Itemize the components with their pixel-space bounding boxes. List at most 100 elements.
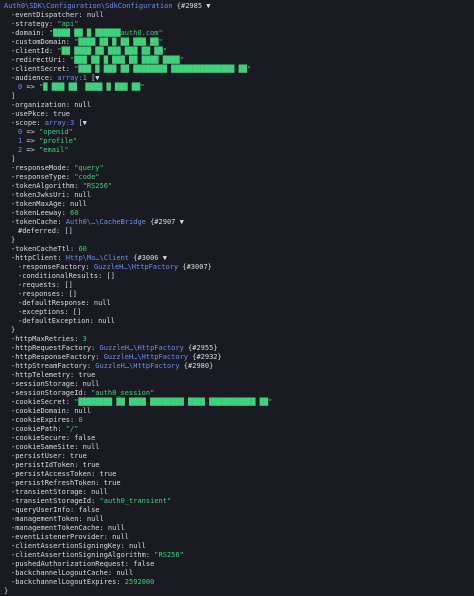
- text-token: -tokenLeeway:: [11, 209, 71, 217]
- dump-line: #deferred: []: [4, 227, 470, 236]
- string-value: "query": [74, 164, 104, 172]
- dump-line: -clientAssertionSigningKey: null: [4, 542, 470, 551]
- dump-line: -cookiePath: "/": [4, 425, 470, 434]
- dump-line: -organization: null: [4, 101, 470, 110]
- var-dump-output: Auth0\SDK\Configuration\SdkConfiguration…: [0, 0, 474, 596]
- dump-line: -eventDispatcher: null: [4, 11, 470, 20]
- dump-line: -responses: []: [4, 290, 470, 299]
- dump-line: -eventListenerProvider: null: [4, 533, 470, 542]
- type-token: GuzzleH…\HttpFactory: [95, 362, 180, 370]
- text-token: -managementToken: null: [11, 515, 104, 523]
- dump-line: -tokenLeeway: 60: [4, 209, 470, 218]
- text-token[interactable]: [▼: [87, 74, 99, 82]
- dump-line: -responseFactory: GuzzleH…\HttpFactory {…: [4, 263, 470, 272]
- text-token[interactable]: [▼: [74, 119, 86, 127]
- text-token: -httpTelemetry: true: [11, 371, 96, 379]
- string-value: "███ ██ █ ███ ██ ████ ████": [70, 56, 184, 64]
- text-token: -httpStreamFactory:: [11, 362, 96, 370]
- dump-line: -clientId: "██ ████ ██ ███ ███ ██ ██": [4, 47, 470, 56]
- dump-line: -persistIdToken: true: [4, 461, 470, 470]
- text-token: -tokenJwksUri: null: [11, 191, 92, 199]
- text-token: -clientAssertionSigningKey: null: [11, 542, 146, 550]
- text-token: {#2932}: [188, 353, 222, 361]
- text-token: -scope:: [11, 119, 45, 127]
- text-token: -domain:: [11, 29, 49, 37]
- text-token[interactable]: {#2907 ▼: [146, 218, 184, 226]
- dump-line: -requests: []: [4, 281, 470, 290]
- text-token[interactable]: {#3006 ▼: [129, 254, 167, 262]
- text-token: -httpResponseFactory:: [11, 353, 104, 361]
- text-token: -audience:: [11, 74, 58, 82]
- string-value: "███ █ ███ ██ ████████ ███████████████ █…: [74, 65, 252, 73]
- text-token: =>: [22, 128, 40, 136]
- dump-line: -httpClient: Http\Mo…\Client {#3006 ▼: [4, 254, 470, 263]
- dump-line: -httpTelemetry: true: [4, 371, 470, 380]
- text-token: -usePkce: true: [11, 110, 71, 118]
- dump-line: -persistAccessToken: true: [4, 470, 470, 479]
- dump-line: -clientSecret: "███ █ ███ ██ ████████ ██…: [4, 65, 470, 74]
- dump-line: -persistUser: true: [4, 452, 470, 461]
- dump-line: ]: [4, 155, 470, 164]
- string-value: "openid": [39, 128, 73, 136]
- dump-line: -responseType: "code": [4, 173, 470, 182]
- dump-line: -managementToken: null: [4, 515, 470, 524]
- dump-line: -scope: array:3 [▼: [4, 119, 470, 128]
- text-token: -responseFactory:: [18, 263, 94, 271]
- text-token: {#3007}: [178, 263, 212, 271]
- dump-line: -pushedAuthorizationRequest: false: [4, 560, 470, 569]
- text-token: -transientStorageId:: [11, 497, 100, 505]
- type-token: GuzzleH…\HttpFactory: [93, 263, 179, 271]
- text-token: -redirectUri:: [11, 56, 71, 64]
- type-token: Http\Mo…\Client: [65, 254, 130, 262]
- dump-line: -cookieExpires: 0: [4, 416, 470, 425]
- dump-line: -strategy: "api": [4, 20, 470, 29]
- text-token: =>: [22, 83, 40, 91]
- dump-line: -usePkce: true: [4, 110, 470, 119]
- number-value: 0: [78, 416, 83, 424]
- text-token: -queryUserInfo: false: [11, 506, 100, 514]
- dump-line: Auth0\SDK\Configuration\SdkConfiguration…: [4, 2, 470, 11]
- text-token: #deferred: []: [18, 227, 73, 235]
- text-token: -tokenCache:: [11, 218, 66, 226]
- text-token: -clientId:: [11, 47, 58, 55]
- text-token: -eventListenerProvider: null: [11, 533, 130, 541]
- dump-line: 2 => "email": [4, 146, 470, 155]
- dump-line: -httpStreamFactory: GuzzleH…\HttpFactory…: [4, 362, 470, 371]
- dump-line: -customDomain: "████ ██ █ ██ ███ ██": [4, 38, 470, 47]
- text-token: -responses: []: [18, 290, 78, 298]
- dump-line: -conditionalResults: []: [4, 272, 470, 281]
- text-token: -cookieSecure: false: [11, 434, 96, 442]
- dump-line: -backchannelLogoutCache: null: [4, 569, 470, 578]
- text-token: -eventDispatcher: null: [11, 11, 104, 19]
- text-token: -tokenCacheTtl:: [11, 245, 79, 253]
- dump-line: -httpRequestFactory: GuzzleH…\HttpFactor…: [4, 344, 470, 353]
- text-token: -requests: []: [18, 281, 73, 289]
- string-value: "/": [65, 425, 79, 433]
- dump-line: -tokenMaxAge: null: [4, 200, 470, 209]
- text-token: -cookiePath:: [11, 425, 66, 433]
- string-value: "████ ██ █ ██████auth0.com": [48, 29, 163, 37]
- text-token: -cookieSecret:: [11, 398, 75, 406]
- text-token: -pushedAuthorizationRequest: false: [11, 560, 155, 568]
- string-value: "api": [57, 20, 79, 28]
- string-value: "██ ████ ██ ███ ███ ██ ██": [57, 47, 167, 55]
- number-value: 60: [78, 245, 87, 253]
- text-token: }: [11, 326, 16, 334]
- text-token[interactable]: {#2985 ▼: [173, 2, 211, 10]
- dump-line: ]: [4, 92, 470, 101]
- string-value: "profile": [39, 137, 78, 145]
- dump-line: -responseMode: "query": [4, 164, 470, 173]
- text-token: -cookieDomain: null: [11, 407, 92, 415]
- text-token: =>: [22, 137, 40, 145]
- number-value: 2592000: [124, 578, 155, 586]
- text-token: -strategy:: [11, 20, 58, 28]
- text-token: -cookieExpires:: [11, 416, 79, 424]
- text-token: -persistIdToken: true: [11, 461, 100, 469]
- dump-line: -exceptions: []: [4, 308, 470, 317]
- type-token: Auth0\SDK\Configuration\SdkConfiguration: [4, 2, 173, 10]
- dump-line: -queryUserInfo: false: [4, 506, 470, 515]
- dump-line: -defaultResponse: null: [4, 299, 470, 308]
- dump-line: -cookieDomain: null: [4, 407, 470, 416]
- text-token: =>: [22, 146, 40, 154]
- dump-line: -defaultException: null: [4, 317, 470, 326]
